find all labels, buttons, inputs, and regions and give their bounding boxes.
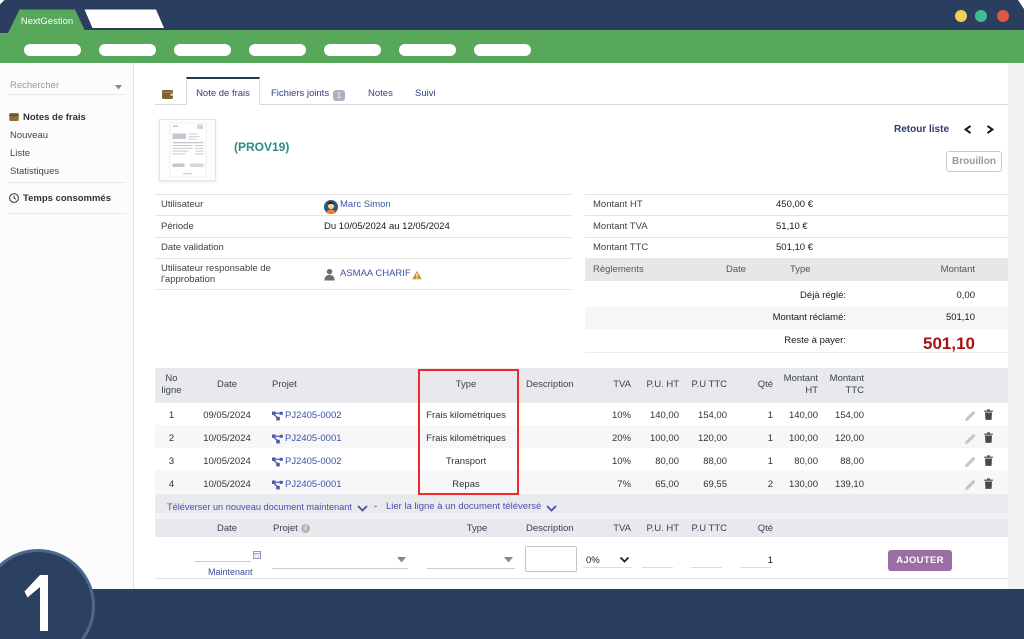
svg-text:NextGestion: NextGestion [21,16,73,27]
